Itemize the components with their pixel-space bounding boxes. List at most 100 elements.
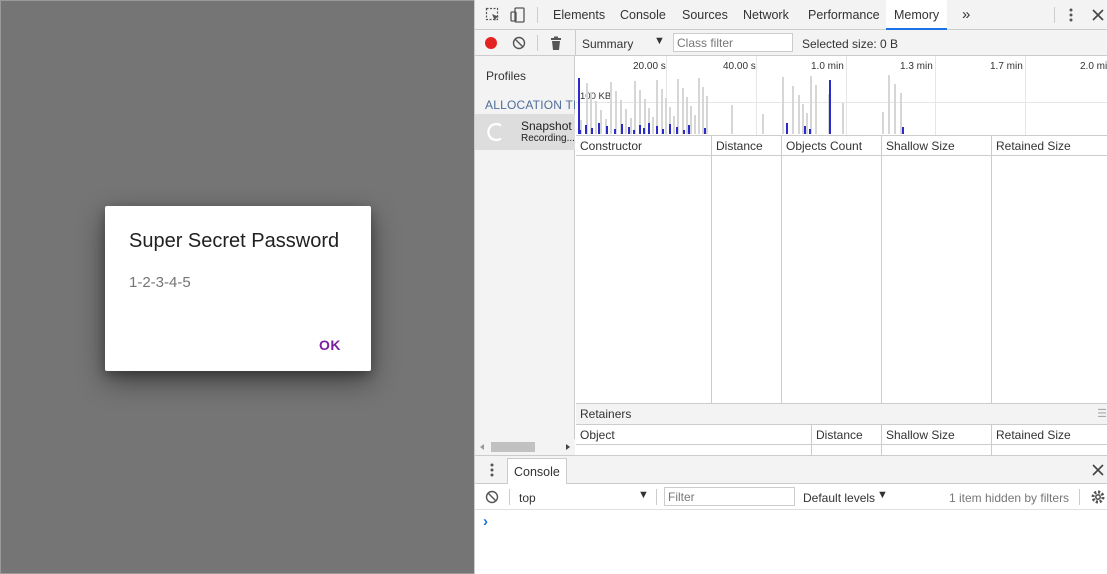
selected-size-label: Selected size: 0 B [802,37,899,51]
console-filter-input[interactable] [664,487,795,506]
column-header-distance[interactable]: Distance [812,425,863,445]
close-devtools-icon[interactable] [1089,6,1107,24]
column-divider [781,136,782,404]
allocation-bar [782,77,784,134]
allocation-bar [585,125,587,134]
tab-network[interactable]: Network [735,0,797,30]
allocation-timelines-heading: ALLOCATION TIMELINES [485,98,575,112]
device-toolbar-icon[interactable] [509,6,527,24]
retainers-header-row: Object Distance Shallow Size Retained Si… [576,425,1107,455]
horizontal-scrollbar[interactable] [475,439,575,455]
view-select[interactable]: Summary [582,37,633,51]
allocation-bar [656,126,658,134]
allocation-bar [661,89,663,134]
allocation-bar [688,125,690,134]
allocation-bar [686,97,688,134]
chevron-down-icon[interactable]: ▼ [877,489,888,501]
allocation-timeline[interactable]: 20.00 s 40.00 s 1.0 min 1.3 min 1.7 min … [576,56,1107,136]
allocation-bar [598,123,600,134]
allocation-bar [682,88,684,134]
clear-icon[interactable] [510,34,528,52]
column-header-constructor[interactable]: Constructor [576,136,642,156]
tab-console[interactable]: Console [612,0,674,30]
resize-handle-icon[interactable]: ☰ [1097,404,1107,425]
loading-spinner-icon [487,122,507,145]
allocation-bar [683,130,685,134]
allocation-bar [882,112,884,134]
snapshot-title: Snapshot [521,119,572,133]
column-divider [991,425,992,455]
allocation-bar [704,128,706,134]
toolbar-divider [509,489,510,505]
allocation-bar [792,86,794,134]
column-header-shallow-size[interactable]: Shallow Size [882,425,955,445]
dialog-message: 1-2-3-4-5 [129,274,191,291]
clear-console-icon[interactable] [483,488,501,509]
app-backdrop: Super Secret Password 1-2-3-4-5 OK [0,0,474,574]
column-divider [881,136,882,404]
tab-sources[interactable]: Sources [674,0,736,30]
tab-memory[interactable]: Memory [886,0,948,30]
allocation-bar [731,105,733,134]
allocation-bar [639,125,641,134]
more-tabs-button[interactable]: » [954,0,978,30]
column-header-retained-size[interactable]: Retained Size [992,136,1071,156]
close-drawer-icon[interactable] [1089,461,1107,482]
allocation-bar [786,123,788,134]
memory-toolbar: Summary ▼ Selected size: 0 B [475,30,1107,56]
devtools-panel: Elements Console Sources Network Perform… [474,0,1107,574]
drawer-tab-console[interactable]: Console [507,458,567,484]
allocation-bar [673,116,675,134]
column-divider [991,136,992,404]
table-header-row: Constructor Distance Objects Count Shall… [576,136,1107,156]
drawer-menu-icon[interactable] [483,461,501,482]
allocation-bar [648,123,650,134]
inspect-element-icon[interactable] [484,6,502,24]
hidden-items-info: 1 item hidden by filters [949,491,1070,505]
console-prompt[interactable]: › [483,513,488,530]
column-divider [881,425,882,455]
column-header-object[interactable]: Object [576,425,615,445]
chevron-down-icon[interactable]: ▼ [638,489,649,501]
allocation-bar [665,98,667,134]
column-header-shallow-size[interactable]: Shallow Size [882,136,955,156]
drawer-tabbar: Console [475,456,1107,484]
allocation-bar [610,82,612,134]
retainers-header: Retainers ☰ [576,404,1107,425]
context-select[interactable]: top [519,491,536,505]
allocation-bar [842,103,844,134]
kebab-menu-icon[interactable] [1062,6,1080,24]
allocation-bar [690,106,692,134]
record-icon[interactable] [482,34,500,52]
column-header-distance[interactable]: Distance [712,136,763,156]
heap-summary-table: Constructor Distance Objects Count Shall… [576,136,1107,404]
allocation-bar [698,78,700,134]
class-filter-input[interactable] [673,33,793,52]
toolbar-divider [537,35,538,51]
log-levels-select[interactable]: Default levels [803,491,875,505]
allocation-bar [625,109,627,134]
column-header-retained-size[interactable]: Retained Size [992,425,1071,445]
allocation-bar [676,127,678,134]
trash-icon[interactable] [547,34,565,52]
profiles-sidebar: Profiles ALLOCATION TIMELINES Snapshot R… [475,56,575,455]
console-settings-gear-icon[interactable] [1089,488,1107,509]
allocation-bar [809,129,811,134]
ok-button[interactable]: OK [319,337,341,353]
allocation-bar [900,93,902,134]
tab-elements[interactable]: Elements [545,0,613,30]
allocation-bar [810,76,812,134]
toolbar-divider [537,7,538,23]
allocation-bars [578,75,904,134]
snapshot-status: Recording... [521,133,575,144]
column-header-objects-count[interactable]: Objects Count [782,136,862,156]
allocation-bar [595,101,597,134]
tab-performance[interactable]: Performance [800,0,888,30]
devtools-tabbar: Elements Console Sources Network Perform… [475,0,1107,30]
allocation-bar [633,130,635,134]
chevron-down-icon[interactable]: ▼ [654,35,665,47]
snapshot-list-item[interactable]: Snapshot Recording... [475,114,575,150]
allocation-bar [621,124,623,134]
allocation-bar [669,124,671,134]
alert-dialog: Super Secret Password 1-2-3-4-5 OK [105,206,371,371]
